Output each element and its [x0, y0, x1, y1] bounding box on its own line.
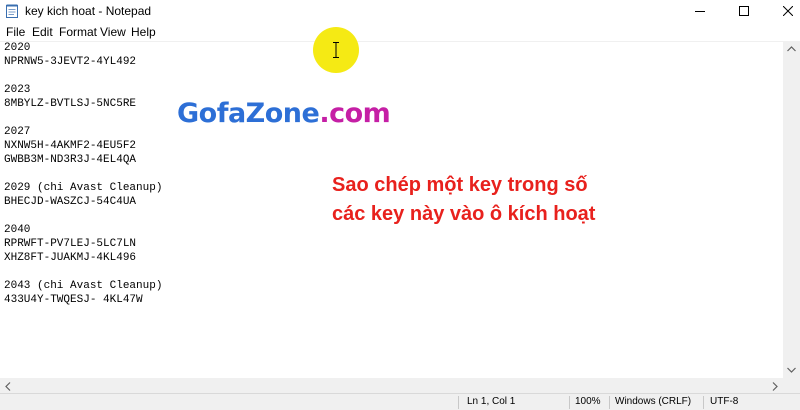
text-line: XHZ8FT-JUAKMJ-4KL496 — [4, 252, 137, 264]
menu-bar: File Edit Format View Help — [0, 22, 800, 41]
status-bar: Ln 1, Col 1 100% Windows (CRLF) UTF-8 — [0, 393, 800, 410]
text-line: RPRWFT-PV7LEJ-5LC7LN — [4, 238, 137, 250]
watermark-name: GofaZone — [177, 98, 320, 129]
text-line: 2023 — [4, 84, 31, 96]
notepad-icon — [6, 4, 18, 18]
watermark-domain: .com — [319, 98, 391, 129]
text-line: BHECJD-WASZCJ-54C4UA — [4, 196, 137, 208]
status-position: Ln 1, Col 1 — [467, 396, 516, 407]
menu-format[interactable]: Format — [59, 25, 97, 39]
text-line: NPRNW5-3JEVT2-4YL492 — [4, 56, 137, 68]
scroll-up-icon[interactable] — [787, 46, 796, 52]
scroll-right-icon[interactable] — [772, 382, 778, 391]
scroll-left-icon[interactable] — [5, 382, 11, 391]
annotation-line-2: các key này vào ô kích hoạt — [332, 203, 596, 225]
text-line: 2020 — [4, 42, 31, 54]
text-line: NXNW5H-4AKMF2-4EU5F2 — [4, 140, 137, 152]
status-divider — [569, 396, 570, 409]
minimize-icon — [695, 11, 705, 12]
text-line: GWBB3M-ND3R3J-4EL4QA — [4, 154, 137, 166]
status-zoom: 100% — [575, 396, 601, 407]
status-divider — [609, 396, 610, 409]
status-divider — [458, 396, 459, 409]
title-bar[interactable]: key kich hoat - Notepad — [0, 0, 800, 22]
scroll-down-icon[interactable] — [787, 367, 796, 373]
text-line: 2043 (chi Avast Cleanup) — [4, 280, 163, 292]
text-line: 2029 (chi Avast Cleanup) — [4, 182, 163, 194]
vertical-scrollbar[interactable] — [783, 41, 800, 378]
annotation-line-1: Sao chép một key trong số — [332, 174, 588, 196]
close-button[interactable] — [766, 0, 800, 22]
watermark-logo: GofaZone.com — [177, 98, 391, 129]
text-line: 2027 — [4, 126, 31, 138]
close-icon — [783, 6, 793, 16]
menu-help[interactable]: Help — [131, 25, 156, 39]
minimize-button[interactable] — [678, 0, 724, 22]
status-divider — [703, 396, 704, 409]
window-title: key kich hoat - Notepad — [25, 4, 152, 18]
menu-view[interactable]: View — [100, 25, 126, 39]
text-line: 433U4Y-TWQESJ- 4KL47W — [4, 294, 143, 306]
text-line: 8MBYLZ-BVTLSJ-5NC5RE — [4, 98, 137, 110]
status-line-ending: Windows (CRLF) — [615, 396, 692, 407]
menu-file[interactable]: File — [6, 25, 25, 39]
text-line: 2040 — [4, 224, 31, 236]
text-cursor-icon — [333, 42, 339, 58]
menu-edit[interactable]: Edit — [32, 25, 53, 39]
status-encoding: UTF-8 — [710, 396, 739, 407]
maximize-icon — [739, 6, 749, 16]
maximize-button[interactable] — [722, 0, 768, 22]
